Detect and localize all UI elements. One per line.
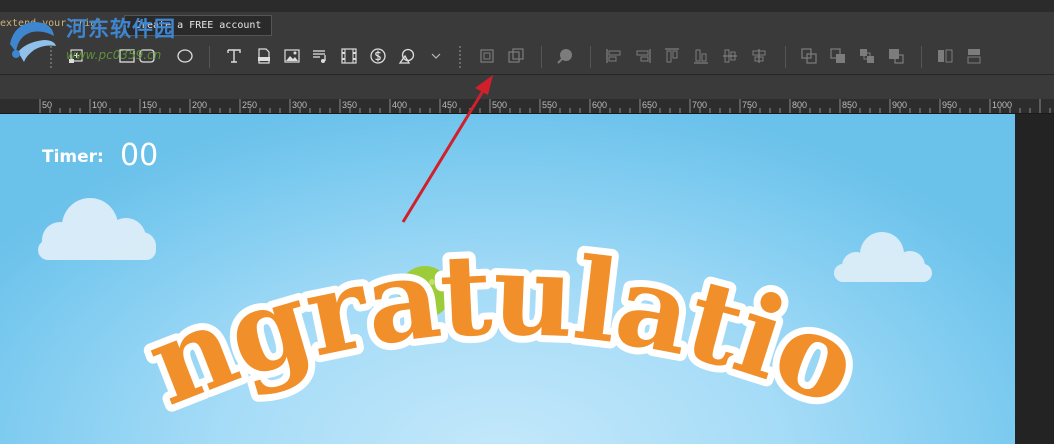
align-right-icon[interactable] [633,46,653,66]
ruler-label: 650 [642,100,658,110]
horizontal-ruler[interactable]: 50 100 150 200 250 300 350 400 450 500 5… [0,99,1054,114]
distribute-v-icon[interactable] [964,46,984,66]
watermark-logo-icon [10,22,56,62]
ruler-label: 900 [892,100,908,110]
ruler-label: 700 [692,100,708,110]
ruler-label: 450 [442,100,458,110]
toolbar-separator [590,46,591,68]
html-widget-icon[interactable] [254,46,274,66]
audio-icon[interactable] [310,46,330,66]
bring-front-icon[interactable] [857,46,877,66]
ruler-label: 950 [942,100,958,110]
right-pasteboard [1015,114,1054,444]
toolbar-separator [785,46,786,68]
image-icon[interactable] [282,46,302,66]
group-icon[interactable] [477,46,497,66]
distribute-h-icon[interactable] [935,46,955,66]
send-back-icon[interactable] [886,46,906,66]
shape-icon[interactable] [397,46,417,66]
bring-forward-icon[interactable] [799,46,819,66]
toolbar-separator [459,46,461,68]
color-picker-icon[interactable] [555,46,575,66]
align-left-icon[interactable] [604,46,624,66]
ruler-label: 250 [242,100,258,110]
watermark-url: www.pc0359.cn [66,48,162,62]
ruler-label: 350 [342,100,358,110]
ruler-label: 750 [742,100,758,110]
toolbar-separator [541,46,542,68]
ellipse-icon[interactable] [175,46,195,66]
ruler-label: 1000 [992,100,1013,110]
align-center-h-icon[interactable] [749,46,769,66]
ruler-label: 300 [292,100,308,110]
video-icon[interactable] [339,46,359,66]
stage-canvas[interactable]: Timer: 00 congratulations [0,114,1015,444]
toolbar-separator [209,46,210,68]
send-backward-icon[interactable] [828,46,848,66]
ruler-label: 100 [92,100,108,110]
align-bottom-icon[interactable] [691,46,711,66]
ruler-label: 400 [392,100,408,110]
ruler-label: 50 [42,100,53,110]
ruler-label: 550 [542,100,558,110]
properties-strip [0,75,1054,99]
congratulations-graphic[interactable]: congratulations [0,114,1015,444]
ruler-label: 150 [142,100,158,110]
cost-icon[interactable] [368,46,388,66]
ruler-label: 800 [792,100,808,110]
text-icon[interactable] [224,46,244,66]
toolbar-separator [921,46,922,68]
ruler-label: 200 [192,100,208,110]
watermark-title: 河东软件园 [66,16,176,41]
ruler-label: 600 [592,100,608,110]
ungroup-icon[interactable] [506,46,526,66]
align-top-icon[interactable] [662,46,682,66]
ruler-label: 500 [492,100,508,110]
more-dropdown-icon[interactable] [426,46,446,66]
align-center-v-icon[interactable] [720,46,740,66]
ruler-label: 850 [842,100,858,110]
